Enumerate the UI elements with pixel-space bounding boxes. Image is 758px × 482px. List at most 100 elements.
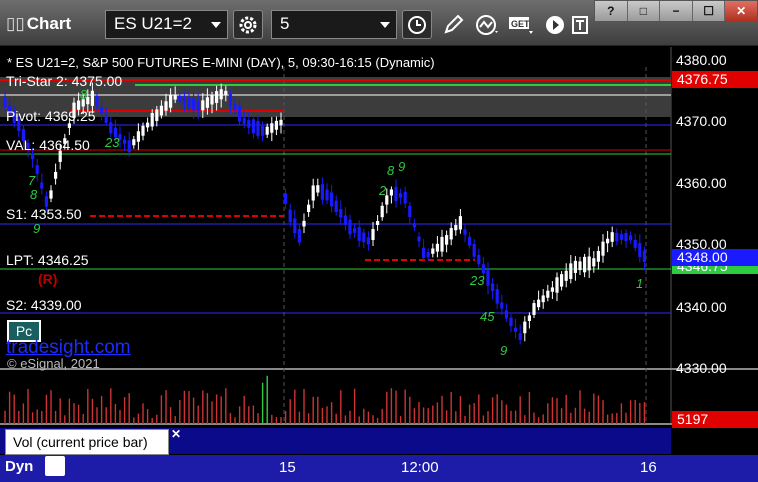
candle-body [592, 258, 596, 267]
volume-study-label[interactable]: Vol (current price bar) [5, 429, 169, 455]
candle-body [518, 333, 522, 341]
candle-body [495, 289, 499, 304]
candle-body [192, 98, 196, 111]
svg-text:8: 8 [387, 163, 395, 178]
price-tick: 4340.00 [676, 299, 727, 315]
candle-body [316, 185, 320, 193]
candle-body [399, 193, 403, 198]
candle-body [422, 247, 426, 258]
play-icon [546, 15, 564, 34]
candle-body [615, 232, 619, 242]
candle-body [454, 224, 458, 231]
candle-body [463, 229, 467, 235]
time-button[interactable] [402, 10, 432, 39]
candle-body [601, 241, 605, 256]
candle-body [541, 295, 545, 303]
price-chart[interactable]: 8789 23 8 9 2 23 45 9 1 * ES U21=2, S&P 500 FU… [0, 47, 758, 482]
candle-body [54, 171, 58, 179]
candle-body [293, 218, 297, 234]
candle-body [325, 189, 329, 201]
svg-text:2: 2 [378, 183, 387, 198]
link-icon[interactable] [45, 456, 65, 476]
chevron-down-icon[interactable] [211, 22, 221, 28]
candle-body [546, 290, 550, 298]
level-label-s1: S1: 4353.50 [6, 206, 82, 222]
candle-body [215, 91, 219, 103]
candle-body [155, 109, 159, 121]
candle-body [201, 100, 205, 111]
price-tick: 4380.00 [676, 52, 727, 68]
candle-body [435, 243, 439, 252]
candle-body [242, 117, 246, 124]
candle-body [624, 232, 628, 242]
candle-body [348, 219, 352, 235]
candle-body [481, 264, 485, 274]
candle-body [362, 232, 366, 243]
candle-body [389, 189, 393, 196]
studies-button[interactable] [472, 10, 502, 39]
minimize-button[interactable]: − [660, 1, 693, 21]
candle-body [417, 236, 421, 242]
close-button[interactable]: ✕ [725, 1, 757, 21]
candle-body [40, 182, 44, 189]
level-label-pivot: Pivot: 4369.25 [6, 108, 96, 124]
candle-body [366, 237, 370, 245]
candle-body [334, 200, 338, 212]
candle-body [380, 205, 384, 218]
candle-body [150, 113, 154, 127]
candle-body [509, 317, 513, 327]
candle-body [261, 125, 265, 136]
candle-body [403, 191, 407, 204]
candle-body [560, 274, 564, 287]
candle-body [90, 90, 94, 106]
interval-input[interactable]: 5 [271, 10, 397, 39]
chart-toolbar: ▯▯ Chart ES U21=2 5 GET ? □ − ☐ ✕ [0, 0, 758, 46]
candle-body [284, 193, 288, 204]
candle-body [573, 260, 577, 273]
candle-body [100, 106, 104, 114]
level-label-val: VAL: 4364.50 [6, 137, 90, 153]
candle-body [330, 192, 334, 207]
dynamic-mode-label[interactable]: Dyn [5, 458, 33, 475]
svg-text:8: 8 [80, 87, 88, 102]
candle-body [504, 310, 508, 319]
window-controls: ? □ − ☐ ✕ [594, 0, 758, 22]
maximize-button[interactable]: ☐ [693, 1, 726, 21]
candle-body [35, 165, 39, 175]
svg-text:GET: GET [511, 19, 530, 29]
chevron-down-icon[interactable] [380, 22, 390, 28]
help-button[interactable]: ? [595, 1, 628, 21]
candle-body [527, 315, 531, 322]
candle-body [196, 101, 200, 112]
candle-body [265, 126, 269, 135]
restore-button[interactable]: □ [628, 1, 661, 21]
candle-body [514, 327, 518, 332]
price-tick: 4330.00 [676, 360, 727, 376]
candle-body [49, 190, 53, 199]
price-tag-resistance: 4376.75 [672, 71, 758, 88]
candle-body [67, 123, 71, 128]
candle-body [307, 204, 311, 212]
candle-body [537, 299, 541, 308]
candle-body [270, 123, 274, 133]
candle-body [426, 252, 430, 258]
settings-button[interactable] [233, 10, 263, 39]
symbol-input[interactable]: ES U21=2 [105, 10, 228, 39]
candle-body [371, 228, 375, 241]
svg-text:9: 9 [500, 343, 507, 358]
candle-body [343, 215, 347, 225]
svg-text:1: 1 [636, 276, 643, 291]
copyright-text: © eSignal, 2021 [7, 356, 100, 371]
draw-tool-button[interactable] [438, 10, 468, 39]
svg-text:9: 9 [33, 221, 40, 236]
candle-body [187, 97, 191, 108]
candle-body [357, 227, 361, 241]
gear-icon [239, 16, 257, 33]
text-tool-button[interactable] [566, 10, 596, 39]
close-icon[interactable]: ✕ [171, 427, 181, 441]
candle-body [127, 140, 131, 153]
chart-canvas[interactable]: 8789 238 92 234591 [0, 47, 758, 482]
candle-body [279, 119, 283, 126]
get-data-button[interactable]: GET [506, 10, 536, 39]
candle-body [564, 270, 568, 281]
